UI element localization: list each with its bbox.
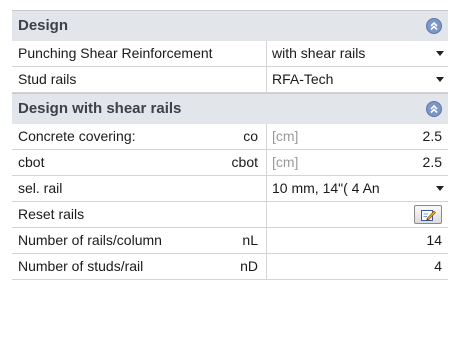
row-num-rails[interactable]: Number of rails/column nL 14 [12,228,448,254]
property-grid: Design Punching Shear Reinforcement with… [12,10,448,280]
dropdown-arrow-icon[interactable] [436,51,444,56]
column-divider [266,254,267,279]
row-label: Punching Shear Reinforcement [18,45,213,61]
row-label: Stud rails [18,71,77,87]
row-label: Number of studs/rail [18,258,144,274]
collapse-icon[interactable] [426,101,442,117]
row-reset-rails[interactable]: Reset rails [12,202,448,228]
section-title: Design with shear rails [18,100,182,117]
column-divider [266,124,267,149]
concrete-covering-input[interactable]: 2.5 [423,124,442,149]
row-num-studs[interactable]: Number of studs/rail nD 4 [12,254,448,280]
row-symbol: nD [240,258,258,274]
column-divider [266,202,267,227]
row-stud-rails[interactable]: Stud rails RFA-Tech [12,67,448,93]
row-label: Concrete covering: [18,128,136,144]
unit-label: [cm] [272,128,299,144]
column-divider [266,67,267,92]
row-label: cbot [18,154,45,170]
section-title: Design [18,17,69,34]
column-divider [266,150,267,175]
row-symbol: cbot [231,154,258,170]
sel-rail-select[interactable]: 10 mm, 14"( 4 An [272,176,380,201]
row-label: sel. rail [18,180,63,196]
row-label: Reset rails [18,206,85,222]
column-divider [266,176,267,201]
collapse-icon[interactable] [426,18,442,34]
row-sel-rail[interactable]: sel. rail 10 mm, 14"( 4 An [12,176,448,202]
num-rails-input[interactable]: 14 [426,228,442,253]
section-design-with-shear-rails[interactable]: Design with shear rails [12,93,448,124]
punching-shear-select[interactable]: with shear rails [272,41,365,66]
row-symbol: co [243,128,258,144]
edit-icon [421,209,436,221]
section-design[interactable]: Design [12,10,448,41]
num-studs-input[interactable]: 4 [434,254,442,279]
dropdown-arrow-icon[interactable] [436,77,444,82]
row-symbol: nL [242,232,258,248]
reset-rails-button[interactable] [414,205,442,224]
row-concrete-covering[interactable]: Concrete covering: co [cm] 2.5 [12,124,448,150]
row-label: Number of rails/column [18,232,162,248]
column-divider [266,41,267,66]
stud-rails-select[interactable]: RFA-Tech [272,67,333,92]
column-divider [266,228,267,253]
cbot-input[interactable]: 2.5 [423,150,442,175]
unit-label: [cm] [272,154,299,170]
dropdown-arrow-icon[interactable] [436,186,444,191]
row-cbot[interactable]: cbot cbot [cm] 2.5 [12,150,448,176]
row-punching-shear[interactable]: Punching Shear Reinforcement with shear … [12,41,448,67]
